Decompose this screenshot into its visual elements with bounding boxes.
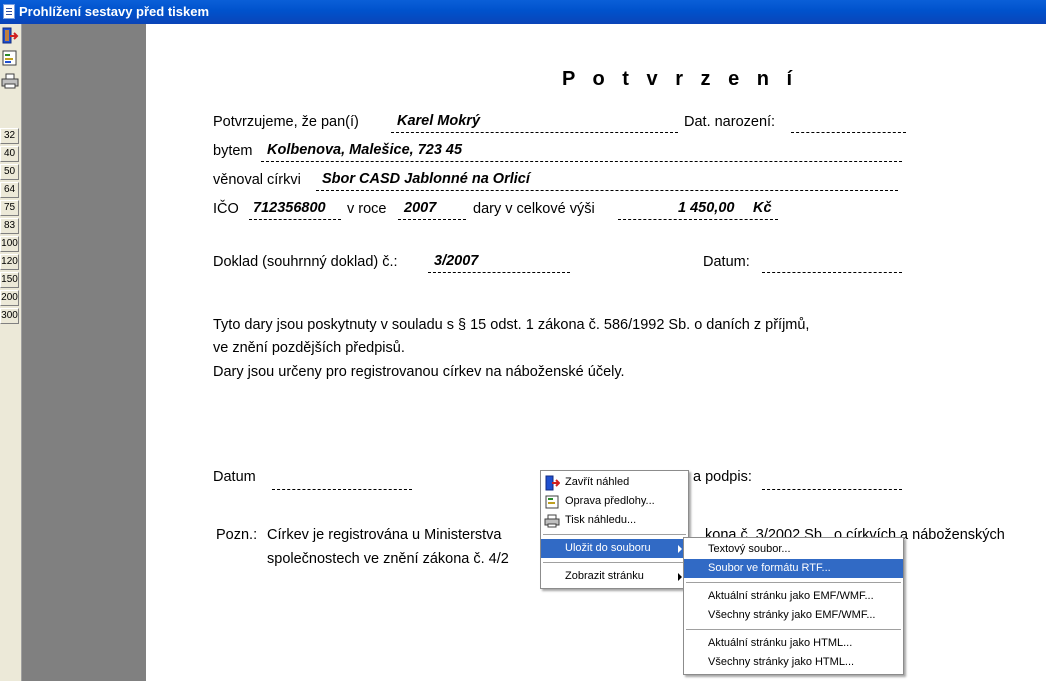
church-label: věnoval církvi xyxy=(213,172,301,188)
amount-label: dary v celkové výši xyxy=(473,201,595,217)
address-label: bytem xyxy=(213,143,253,159)
door-exit-icon xyxy=(2,27,19,44)
document-number: 3/2007 xyxy=(434,253,479,269)
date-label: Datum: xyxy=(703,254,750,270)
document-number-line xyxy=(428,272,570,273)
close-preview-button[interactable] xyxy=(1,27,19,45)
menu-item-label: Tisk náhledu... xyxy=(565,514,637,526)
zoom-200-button[interactable]: 200 xyxy=(0,290,19,306)
menu-separator xyxy=(686,582,901,583)
submenu-item-current-page-html[interactable]: Aktuální stránku jako HTML... xyxy=(684,634,903,653)
submenu-item-all-pages-html[interactable]: Všechny stránky jako HTML... xyxy=(684,653,903,672)
dob-label: Dat. narození: xyxy=(684,114,776,130)
document-label: Doklad (souhrnný doklad) č.: xyxy=(213,254,398,270)
menu-item-label: Všechny stránky jako EMF/WMF... xyxy=(708,609,876,621)
window-titlebar[interactable]: Prohlížení sestavy před tiskem xyxy=(0,0,1046,24)
menu-item-label: Aktuální stránku jako HTML... xyxy=(708,637,853,649)
year-value: 2007 xyxy=(404,200,437,216)
amount-line xyxy=(618,219,778,220)
printer-icon xyxy=(1,73,19,89)
note-text-line-2: společnostech ve znění zákona č. 4/2 xyxy=(267,551,509,567)
menu-item-label: Zobrazit stránku xyxy=(565,570,644,582)
legal-text-line-1: Tyto dary jsou poskytnuty v souladu s § … xyxy=(213,317,810,333)
legal-text-line-2: ve znění pozdějších předpisů. xyxy=(213,340,405,356)
zoom-75-button[interactable]: 75 xyxy=(0,200,19,216)
form-edit-icon xyxy=(2,50,17,66)
note-label: Pozn.: xyxy=(216,527,258,543)
year-line xyxy=(398,219,466,220)
signature-line xyxy=(762,489,902,490)
door-exit-icon xyxy=(545,475,560,491)
save-submenu: Textový soubor... Soubor ve formátu RTF.… xyxy=(683,537,904,675)
address-line xyxy=(261,161,902,162)
zoom-40-button[interactable]: 40 xyxy=(0,146,19,162)
menu-item-label: Všechny stránky jako HTML... xyxy=(708,656,855,668)
window-title: Prohlížení sestavy před tiskem xyxy=(19,4,210,19)
preview-toolbar: 32 40 50 64 75 83 100 120 150 200 300 xyxy=(0,24,22,681)
print-preview-button[interactable] xyxy=(1,72,19,90)
edit-template-button[interactable] xyxy=(1,49,19,67)
zoom-300-button[interactable]: 300 xyxy=(0,308,19,324)
page-margin-area xyxy=(22,24,146,681)
submenu-arrow-icon xyxy=(678,573,682,581)
donor-label: Potvrzujeme, že pan(í) xyxy=(213,114,359,130)
form-edit-icon xyxy=(545,495,559,509)
submenu-item-text-file[interactable]: Textový soubor... xyxy=(684,540,903,559)
zoom-50-button[interactable]: 50 xyxy=(0,164,19,180)
submenu-item-all-pages-emf[interactable]: Všechny stránky jako EMF/WMF... xyxy=(684,606,903,625)
ico-value: 712356800 xyxy=(253,200,326,216)
zoom-100-button[interactable]: 100 xyxy=(0,236,19,252)
ico-line xyxy=(249,219,341,220)
church-line xyxy=(316,190,898,191)
address-value: Kolbenova, Malešice, 723 45 xyxy=(267,142,463,158)
context-menu: Zavřít náhled Oprava předlohy... Tisk ná… xyxy=(540,470,689,589)
zoom-150-button[interactable]: 150 xyxy=(0,272,19,288)
signature-label: a podpis: xyxy=(693,469,752,485)
purpose-text: Dary jsou určeny pro registrovanou círke… xyxy=(213,364,625,380)
report-heading: P o t v r z e n í xyxy=(562,68,799,90)
donor-name: Karel Mokrý xyxy=(397,113,481,129)
report-app-icon xyxy=(3,4,15,19)
submenu-item-rtf-file[interactable]: Soubor ve formátu RTF... xyxy=(684,559,903,578)
submenu-arrow-icon xyxy=(678,545,682,553)
currency-value: Kč xyxy=(753,200,772,216)
menu-item-label: Textový soubor... xyxy=(708,543,791,555)
printer-icon xyxy=(544,514,560,528)
menu-item-close-preview[interactable]: Zavřít náhled xyxy=(541,473,688,492)
menu-item-label: Aktuální stránku jako EMF/WMF... xyxy=(708,590,874,602)
menu-item-save-to-file[interactable]: Uložit do souboru xyxy=(541,539,688,558)
menu-item-show-page[interactable]: Zobrazit stránku xyxy=(541,567,688,586)
date-line xyxy=(762,272,902,273)
menu-separator xyxy=(686,629,901,630)
zoom-64-button[interactable]: 64 xyxy=(0,182,19,198)
zoom-83-button[interactable]: 83 xyxy=(0,218,19,234)
menu-item-label: Uložit do souboru xyxy=(565,542,651,554)
menu-item-print-preview[interactable]: Tisk náhledu... xyxy=(541,511,688,530)
sign-date-label: Datum xyxy=(213,469,256,485)
menu-separator xyxy=(543,534,686,535)
zoom-32-button[interactable]: 32 xyxy=(0,128,19,144)
zoom-120-button[interactable]: 120 xyxy=(0,254,19,270)
menu-separator xyxy=(543,562,686,563)
menu-item-label: Zavřít náhled xyxy=(565,476,630,488)
menu-item-label: Soubor ve formátu RTF... xyxy=(708,562,831,574)
zoom-levels: 32 40 50 64 75 83 100 120 150 200 300 xyxy=(0,128,19,326)
submenu-item-current-page-emf[interactable]: Aktuální stránku jako EMF/WMF... xyxy=(684,587,903,606)
dob-line xyxy=(791,132,906,133)
menu-item-label: Oprava předlohy... xyxy=(565,495,655,507)
menu-item-edit-template[interactable]: Oprava předlohy... xyxy=(541,492,688,511)
ico-label: IČO xyxy=(213,201,239,217)
note-text-line-1-left: Církev je registrována u Ministerstva xyxy=(267,527,502,543)
donor-name-line xyxy=(391,132,678,133)
amount-value: 1 450,00 xyxy=(678,200,735,216)
year-label: v roce xyxy=(347,201,387,217)
church-value: Sbor CASD Jablonné na Orlicí xyxy=(322,171,530,187)
sign-date-line xyxy=(272,489,412,490)
